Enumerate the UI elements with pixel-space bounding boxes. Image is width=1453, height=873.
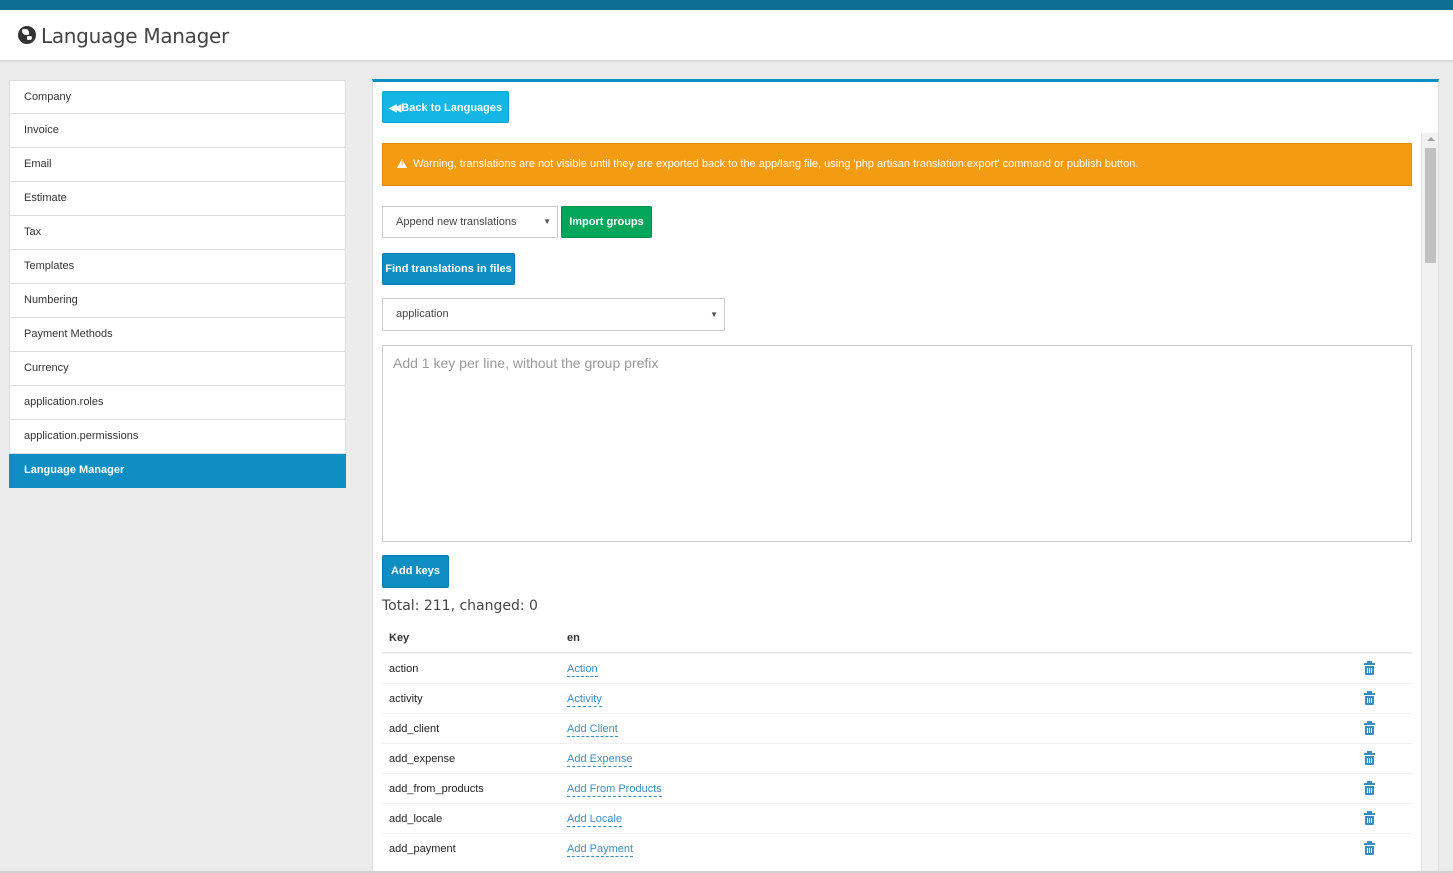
top-accent-bar (0, 0, 1453, 10)
translation-value-link[interactable]: Add Expense (567, 753, 633, 767)
warning-alert: Warning, translations are not visible un… (382, 143, 1412, 186)
table-row: action Action (382, 653, 1412, 683)
translation-key: add_expense (389, 753, 456, 765)
panel-scrollbar[interactable] (1421, 133, 1438, 873)
scrollbar-thumb[interactable] (1425, 148, 1436, 263)
import-mode-select[interactable]: Append new translations ▼ (382, 206, 558, 238)
sidebar-item-email[interactable]: Email (9, 148, 346, 182)
globe-icon (18, 26, 36, 44)
translation-key: add_from_products (389, 783, 484, 795)
sidebar-item-invoice[interactable]: Invoice (9, 114, 346, 148)
group-select-value: application (396, 308, 449, 320)
double-chevron-left-icon: ◀◀ (388, 103, 402, 114)
language-manager-panel: ◀◀Back to Languages Warning, translation… (372, 79, 1439, 873)
sidebar-item-application-roles[interactable]: application.roles (9, 386, 346, 420)
import-groups-button[interactable]: Import groups (561, 206, 652, 238)
trash-icon[interactable] (1364, 661, 1375, 675)
dropdown-caret-icon: ▼ (710, 310, 718, 319)
page-header: Language Manager (0, 10, 1453, 61)
translation-key: action (389, 663, 419, 675)
trash-icon[interactable] (1364, 721, 1375, 735)
back-to-languages-label: Back to Languages (401, 102, 503, 114)
translation-value-link[interactable]: Add Locale (567, 813, 623, 827)
translation-value-link[interactable]: Action (567, 663, 598, 677)
sidebar-item-tax[interactable]: Tax (9, 216, 346, 250)
column-header-locale: en (567, 632, 580, 644)
sidebar-item-templates[interactable]: Templates (9, 250, 346, 284)
translation-key: add_client (389, 723, 440, 735)
scroll-up-arrow-icon[interactable] (1427, 137, 1435, 141)
keys-textarea[interactable] (382, 345, 1412, 542)
dropdown-caret-icon: ▼ (543, 217, 551, 226)
sidebar-item-estimate[interactable]: Estimate (9, 182, 346, 216)
find-translations-button[interactable]: Find translations in files (382, 253, 515, 285)
sidebar-item-language-manager[interactable]: Language Manager (9, 454, 346, 488)
table-row: add_expense Add Expense (382, 743, 1412, 773)
table-row: add_client Add Client (382, 713, 1412, 743)
trash-icon[interactable] (1364, 781, 1375, 795)
column-header-key: Key (389, 632, 410, 644)
add-keys-button[interactable]: Add keys (382, 555, 449, 588)
translation-value-link[interactable]: Add Payment (567, 843, 634, 857)
back-to-languages-button[interactable]: ◀◀ Back to Languages (382, 91, 509, 123)
trash-icon[interactable] (1364, 841, 1375, 855)
group-select[interactable]: application ▼ (382, 298, 725, 331)
trash-icon[interactable] (1364, 751, 1375, 765)
settings-sidebar: Company Invoice Email Estimate Tax Templ… (9, 80, 346, 488)
sidebar-item-numbering[interactable]: Numbering (9, 284, 346, 318)
table-header-row: Key en (382, 623, 1412, 653)
warning-icon (397, 159, 407, 168)
warning-text: Warning, translations are not visible un… (413, 158, 1139, 170)
sidebar-item-currency[interactable]: Currency (9, 352, 346, 386)
sidebar-item-application-permissions[interactable]: application.permissions (9, 420, 346, 454)
translation-value-link[interactable]: Add From Products (567, 783, 662, 797)
translation-key: add_locale (389, 813, 443, 825)
table-row: add_from_products Add From Products (382, 773, 1412, 803)
sidebar-item-payment-methods[interactable]: Payment Methods (9, 318, 346, 352)
page-title: Language Manager (41, 24, 229, 48)
table-row: activity Activity (382, 683, 1412, 713)
trash-icon[interactable] (1364, 691, 1375, 705)
sidebar-item-company[interactable]: Company (9, 80, 346, 114)
translation-value-link[interactable]: Add Client (567, 723, 618, 737)
translation-key: activity (389, 693, 423, 705)
table-row: add_locale Add Locale (382, 803, 1412, 833)
table-row: add_payment Add Payment (382, 833, 1412, 863)
translation-key: add_payment (389, 843, 456, 855)
translation-totals: Total: 211, changed: 0 (382, 598, 538, 614)
import-mode-value: Append new translations (396, 216, 517, 228)
translations-table: Key en action Action activity Activity a… (382, 623, 1412, 863)
trash-icon[interactable] (1364, 811, 1375, 825)
translation-value-link[interactable]: Activity (567, 693, 602, 707)
